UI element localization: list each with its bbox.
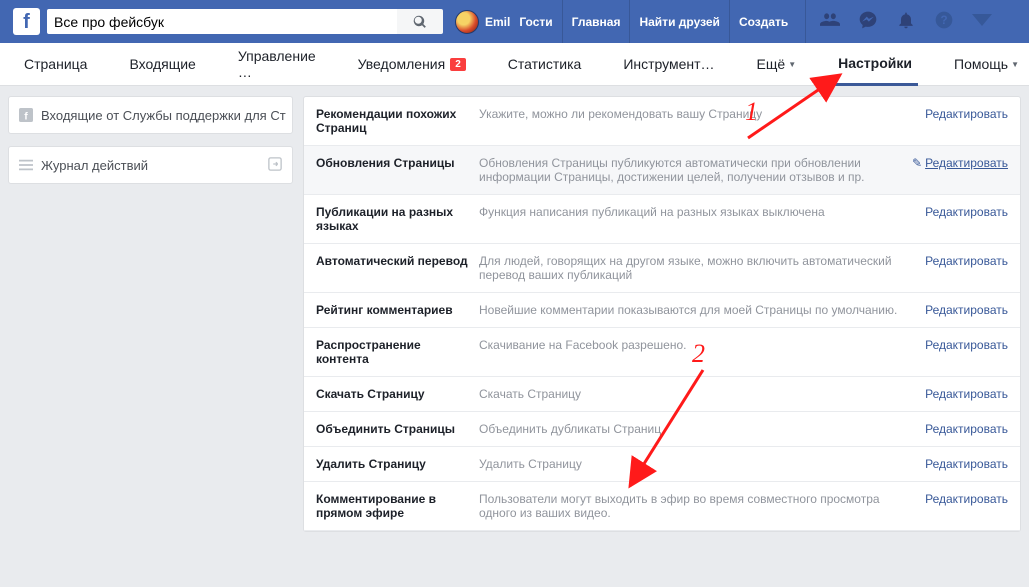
settings-row-desc: Объединить дубликаты Страниц bbox=[479, 422, 908, 436]
settings-row-edit: Редактировать bbox=[908, 492, 1008, 520]
edit-link[interactable]: Редактировать bbox=[925, 338, 1008, 352]
tab-more[interactable]: Ещё▼ bbox=[751, 43, 803, 86]
edit-link[interactable]: Редактировать bbox=[925, 387, 1008, 401]
user-name[interactable]: Emil bbox=[485, 15, 510, 29]
nav-create[interactable]: Создать bbox=[729, 0, 797, 43]
settings-row-label: Распространение контента bbox=[316, 338, 479, 366]
nav-home[interactable]: Главная bbox=[562, 0, 630, 43]
settings-row-desc: Функция написания публикаций на разных я… bbox=[479, 205, 908, 233]
account-menu-icon[interactable] bbox=[972, 10, 992, 33]
settings-row-edit: Редактировать bbox=[908, 387, 1008, 401]
sidebar-activity-log[interactable]: Журнал действий bbox=[8, 146, 293, 184]
search-input[interactable] bbox=[47, 9, 397, 34]
facebook-mini-icon: f bbox=[19, 108, 33, 122]
tab-settings[interactable]: Настройки bbox=[832, 43, 918, 86]
sidebar-support-inbox-label: Входящие от Службы поддержки для Ст bbox=[41, 108, 286, 123]
settings-row-label: Скачать Страницу bbox=[316, 387, 479, 401]
settings-row: Скачать СтраницуСкачать Страницу Редактир… bbox=[304, 377, 1020, 412]
chevron-down-icon: ▼ bbox=[1011, 60, 1019, 69]
sidebar-support-inbox[interactable]: f Входящие от Службы поддержки для Ст bbox=[8, 96, 293, 134]
settings-row-desc: Скачивание на Facebook разрешено. bbox=[479, 338, 908, 366]
messages-icon[interactable] bbox=[858, 10, 878, 33]
svg-text:?: ? bbox=[941, 14, 948, 27]
edit-link[interactable]: Редактировать bbox=[925, 303, 1008, 317]
settings-row-desc: Пользователи могут выходить в эфир во вр… bbox=[479, 492, 908, 520]
sidebar-activity-log-label: Журнал действий bbox=[41, 158, 148, 173]
settings-row: Обновления СтраницыОбновления Страницы п… bbox=[304, 146, 1020, 195]
settings-row: Рекомендации похожих СтраницУкажите, мож… bbox=[304, 97, 1020, 146]
tab-page[interactable]: Страница bbox=[18, 43, 93, 86]
settings-row: Публикации на разных языкахФункция напис… bbox=[304, 195, 1020, 244]
tab-help-label: Помощь bbox=[954, 56, 1008, 72]
settings-row-label: Объединить Страницы bbox=[316, 422, 479, 436]
settings-row-label: Обновления Страницы bbox=[316, 156, 479, 184]
settings-row-edit: Редактировать bbox=[908, 303, 1008, 317]
edit-link[interactable]: Редактировать bbox=[925, 205, 1008, 219]
settings-row-edit: Редактировать bbox=[908, 457, 1008, 471]
search-icon bbox=[413, 15, 427, 29]
notifications-icon[interactable] bbox=[896, 10, 916, 33]
settings-row-label: Рекомендации похожих Страниц bbox=[316, 107, 479, 135]
settings-row: Объединить СтраницыОбъединить дубликаты … bbox=[304, 412, 1020, 447]
settings-row: Рейтинг комментариевНовейшие комментарии… bbox=[304, 293, 1020, 328]
tab-insights[interactable]: Статистика bbox=[502, 43, 588, 86]
settings-row: Удалить СтраницуУдалить Страницу Редактир… bbox=[304, 447, 1020, 482]
settings-row-edit: Редактировать bbox=[908, 422, 1008, 436]
settings-row: Комментирование в прямом эфиреПользовате… bbox=[304, 482, 1020, 531]
edit-link[interactable]: Редактировать bbox=[925, 457, 1008, 471]
settings-row-desc: Обновления Страницы публикуются автомати… bbox=[479, 156, 908, 184]
settings-row-desc: Новейшие комментарии показываются для мо… bbox=[479, 303, 908, 317]
settings-row-label: Автоматический перевод bbox=[316, 254, 479, 282]
settings-row-desc: Скачать Страницу bbox=[479, 387, 908, 401]
nav-guests[interactable]: Гости bbox=[510, 0, 561, 43]
tab-help[interactable]: Помощь▼ bbox=[948, 43, 1025, 86]
settings-row-label: Комментирование в прямом эфире bbox=[316, 492, 479, 520]
settings-row-desc: Укажите, можно ли рекомендовать вашу Стр… bbox=[479, 107, 908, 135]
settings-row: Автоматический переводДля людей, говорящ… bbox=[304, 244, 1020, 293]
settings-row-label: Публикации на разных языках bbox=[316, 205, 479, 233]
chevron-down-icon: ▼ bbox=[788, 60, 796, 69]
settings-row-edit: Редактировать bbox=[908, 338, 1008, 366]
settings-row-edit: Редактировать bbox=[908, 254, 1008, 282]
notifications-badge: 2 bbox=[450, 58, 466, 71]
edit-link[interactable]: Редактировать bbox=[925, 254, 1008, 268]
edit-link[interactable]: Редактировать bbox=[925, 156, 1008, 170]
facebook-logo[interactable]: f bbox=[13, 8, 40, 35]
tab-notifications-label: Уведомления bbox=[358, 56, 446, 72]
edit-link[interactable]: Редактировать bbox=[925, 107, 1008, 121]
tab-tools[interactable]: Инструмент… bbox=[617, 43, 720, 86]
nav-find-friends[interactable]: Найти друзей bbox=[629, 0, 728, 43]
settings-row-label: Рейтинг комментариев bbox=[316, 303, 479, 317]
tab-manage[interactable]: Управление … bbox=[232, 43, 322, 86]
search-button[interactable] bbox=[397, 9, 443, 34]
settings-row-edit: Редактировать bbox=[908, 107, 1008, 135]
svg-text:f: f bbox=[24, 110, 28, 122]
edit-link[interactable]: Редактировать bbox=[925, 422, 1008, 436]
settings-row-edit: ✎Редактировать bbox=[908, 156, 1008, 184]
avatar[interactable] bbox=[455, 10, 479, 34]
settings-panel: Рекомендации похожих СтраницУкажите, мож… bbox=[303, 96, 1021, 532]
list-icon bbox=[19, 158, 33, 172]
friend-requests-icon[interactable] bbox=[820, 10, 840, 33]
tab-inbox[interactable]: Входящие bbox=[123, 43, 201, 86]
settings-row-desc: Для людей, говорящих на другом языке, мо… bbox=[479, 254, 908, 282]
tab-notifications[interactable]: Уведомления 2 bbox=[352, 43, 472, 86]
tab-more-label: Ещё bbox=[757, 56, 786, 72]
help-icon[interactable]: ? bbox=[934, 10, 954, 33]
settings-row-edit: Редактировать bbox=[908, 205, 1008, 233]
settings-row-desc: Удалить Страницу bbox=[479, 457, 908, 471]
pencil-icon: ✎ bbox=[912, 156, 922, 170]
settings-row-label: Удалить Страницу bbox=[316, 457, 479, 471]
settings-row: Распространение контентаСкачивание на Fa… bbox=[304, 328, 1020, 377]
enter-icon bbox=[268, 157, 282, 174]
edit-link[interactable]: Редактировать bbox=[925, 492, 1008, 506]
